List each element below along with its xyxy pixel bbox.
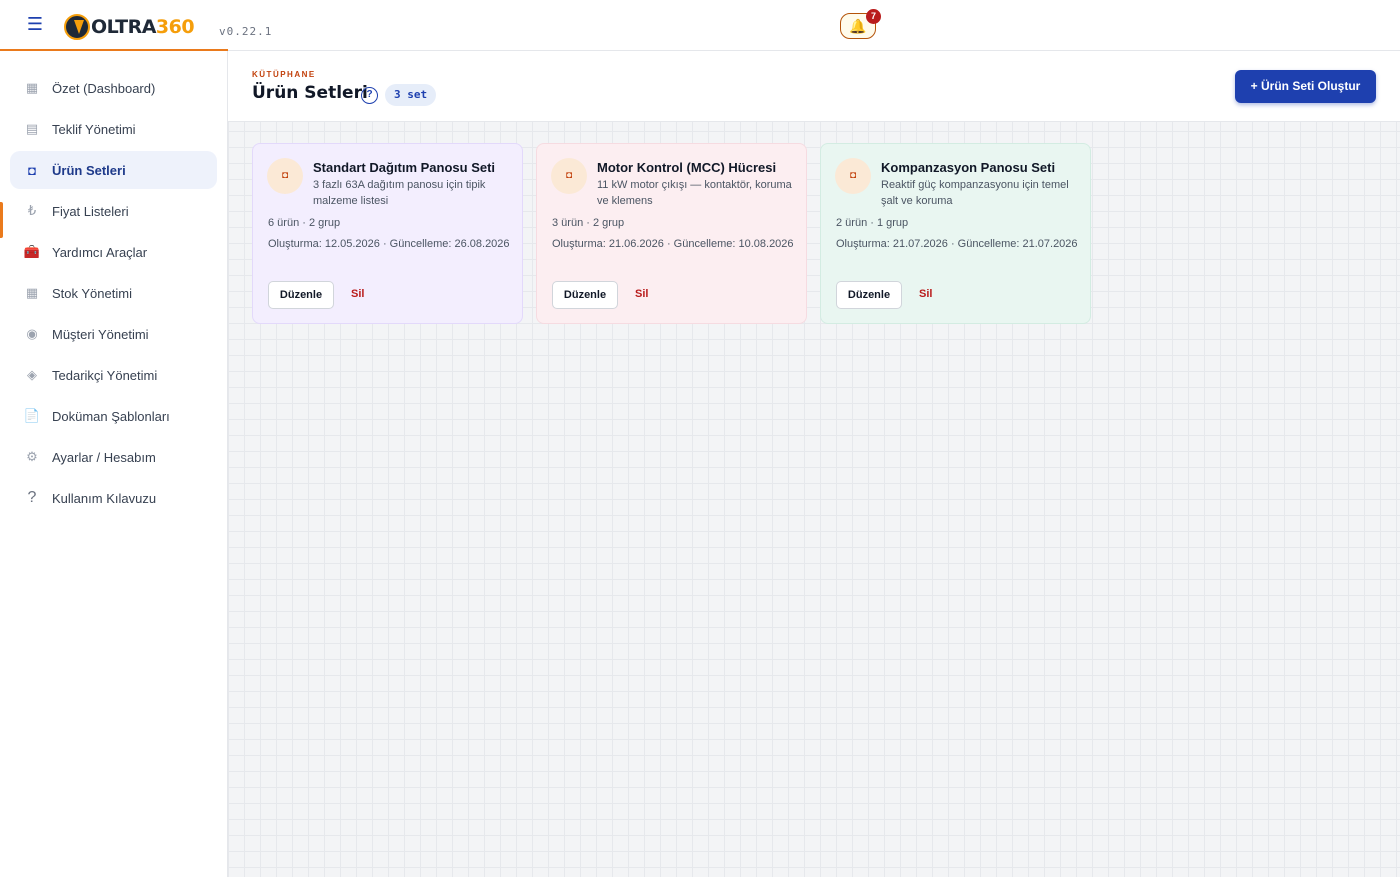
top-bar: ☰ OLTRA360 v0.22.1 🔔 7	[0, 0, 1400, 51]
sidebar-item-label: Doküman Şablonları	[52, 408, 170, 424]
bell-icon: 🔔	[849, 17, 867, 34]
page-header: KÜTÜPHANE Ürün Setleri ? 3 set + Ürün Se…	[228, 51, 1400, 122]
sidebar-item-label: Tedarikçi Yönetimi	[52, 367, 158, 383]
gear-icon: ⚙	[26, 449, 38, 464]
set-count-badge: 3 set	[385, 84, 437, 106]
delete-button[interactable]: Sil	[919, 288, 932, 300]
package-icon: ◘	[267, 158, 303, 194]
card-description: 11 kW motor çıkışı — kontaktör, koruma v…	[597, 179, 792, 207]
sidebar-item-price-lists[interactable]: ₺ Fiyat Listeleri	[10, 192, 217, 230]
toolbox-icon: 🧰	[23, 244, 41, 259]
document-list-icon: ▤	[25, 121, 39, 136]
sidebar-item-customers[interactable]: ◉ Müşteri Yönetimi	[10, 315, 217, 353]
active-indicator	[0, 202, 3, 238]
create-product-set-button[interactable]: + Ürün Seti Oluştur	[1235, 70, 1376, 103]
app-version: v0.22.1	[219, 25, 273, 38]
page-eyebrow: KÜTÜPHANE	[252, 70, 316, 79]
card-title: Kompanzasyon Panosu Seti	[881, 160, 1056, 175]
package-icon: ◘	[28, 162, 36, 178]
file-icon: 📄	[23, 408, 41, 423]
package-icon: ◘	[551, 158, 587, 194]
card-dates: Oluşturma: 21.06.2026 · Güncelleme: 10.0…	[552, 238, 794, 250]
card-dates: Oluşturma: 12.05.2026 · Güncelleme: 26.0…	[268, 238, 510, 250]
delete-button[interactable]: Sil	[351, 288, 364, 300]
card-meta: 6 ürün · 2 grup	[268, 217, 341, 229]
edit-button[interactable]: Düzenle	[836, 281, 902, 309]
edit-button[interactable]: Düzenle	[552, 281, 618, 309]
lira-icon: ₺	[27, 203, 37, 218]
sidebar-item-document-templates[interactable]: 📄 Doküman Şablonları	[10, 397, 217, 435]
main-content: KÜTÜPHANE Ürün Setleri ? 3 set + Ürün Se…	[228, 51, 1400, 877]
card-description: 3 fazlı 63A dağıtım panosu için tipik ma…	[313, 179, 486, 207]
notification-count-badge: 7	[866, 9, 881, 24]
card-title: Standart Dağıtım Panosu Seti	[313, 160, 496, 175]
sidebar: ▦ Özet (Dashboard) ▤ Teklif Yönetimi ◘ Ü…	[0, 51, 228, 877]
page-title: Ürün Setleri	[252, 83, 368, 103]
sidebar-item-label: Yardımcı Araçlar	[52, 244, 148, 260]
sidebar-item-label: Kullanım Kılavuzu	[52, 490, 157, 506]
supplier-icon: ◈	[27, 367, 37, 382]
sidebar-item-stock[interactable]: ▦ Stok Yönetimi	[10, 274, 217, 312]
dashboard-icon: ▦	[25, 80, 39, 95]
help-icon[interactable]: ?	[361, 87, 378, 104]
sidebar-item-label: Stok Yönetimi	[52, 285, 132, 301]
inventory-icon: ▦	[25, 285, 39, 300]
sidebar-item-label: Özet (Dashboard)	[52, 80, 156, 96]
logo-bolt-icon	[64, 14, 90, 40]
app-logo[interactable]: OLTRA360	[64, 13, 195, 41]
product-set-card: ◘ Kompanzasyon Panosu Seti Reaktif güç k…	[820, 143, 1091, 324]
question-icon: ?	[27, 489, 37, 506]
logo-text: OLTRA360	[91, 16, 195, 38]
card-meta: 3 ürün · 2 grup	[552, 217, 625, 229]
sidebar-item-suppliers[interactable]: ◈ Tedarikçi Yönetimi	[10, 356, 217, 394]
sidebar-item-label: Teklif Yönetimi	[52, 121, 136, 137]
package-icon: ◘	[835, 158, 871, 194]
sidebar-item-label: Fiyat Listeleri	[52, 203, 129, 219]
sidebar-item-tools[interactable]: 🧰 Yardımcı Araçlar	[10, 233, 217, 271]
card-dates: Oluşturma: 21.07.2026 · Güncelleme: 21.0…	[836, 238, 1078, 250]
sidebar-item-user-guide[interactable]: ? Kullanım Kılavuzu	[10, 479, 217, 517]
delete-button[interactable]: Sil	[635, 288, 648, 300]
customer-icon: ◉	[26, 326, 38, 341]
product-set-card: ◘ Standart Dağıtım Panosu Seti 3 fazlı 6…	[252, 143, 523, 324]
product-set-card: ◘ Motor Kontrol (MCC) Hücresi 11 kW moto…	[536, 143, 807, 324]
sidebar-item-quotes[interactable]: ▤ Teklif Yönetimi	[10, 110, 217, 148]
sidebar-item-label: Müşteri Yönetimi	[52, 326, 149, 342]
sidebar-item-dashboard[interactable]: ▦ Özet (Dashboard)	[10, 69, 217, 107]
edit-button[interactable]: Düzenle	[268, 281, 334, 309]
sidebar-item-product-sets[interactable]: ◘ Ürün Setleri	[10, 151, 217, 189]
card-title: Motor Kontrol (MCC) Hücresi	[597, 160, 777, 175]
sidebar-item-label: Ürün Setleri	[52, 162, 126, 178]
sidebar-item-label: Ayarlar / Hesabım	[52, 449, 156, 465]
sidebar-item-settings[interactable]: ⚙ Ayarlar / Hesabım	[10, 438, 217, 476]
card-description: Reaktif güç kompanzasyonu için temel şal…	[881, 179, 1069, 207]
hamburger-icon[interactable]: ☰	[26, 14, 44, 34]
card-meta: 2 ürün · 1 grup	[836, 217, 909, 229]
